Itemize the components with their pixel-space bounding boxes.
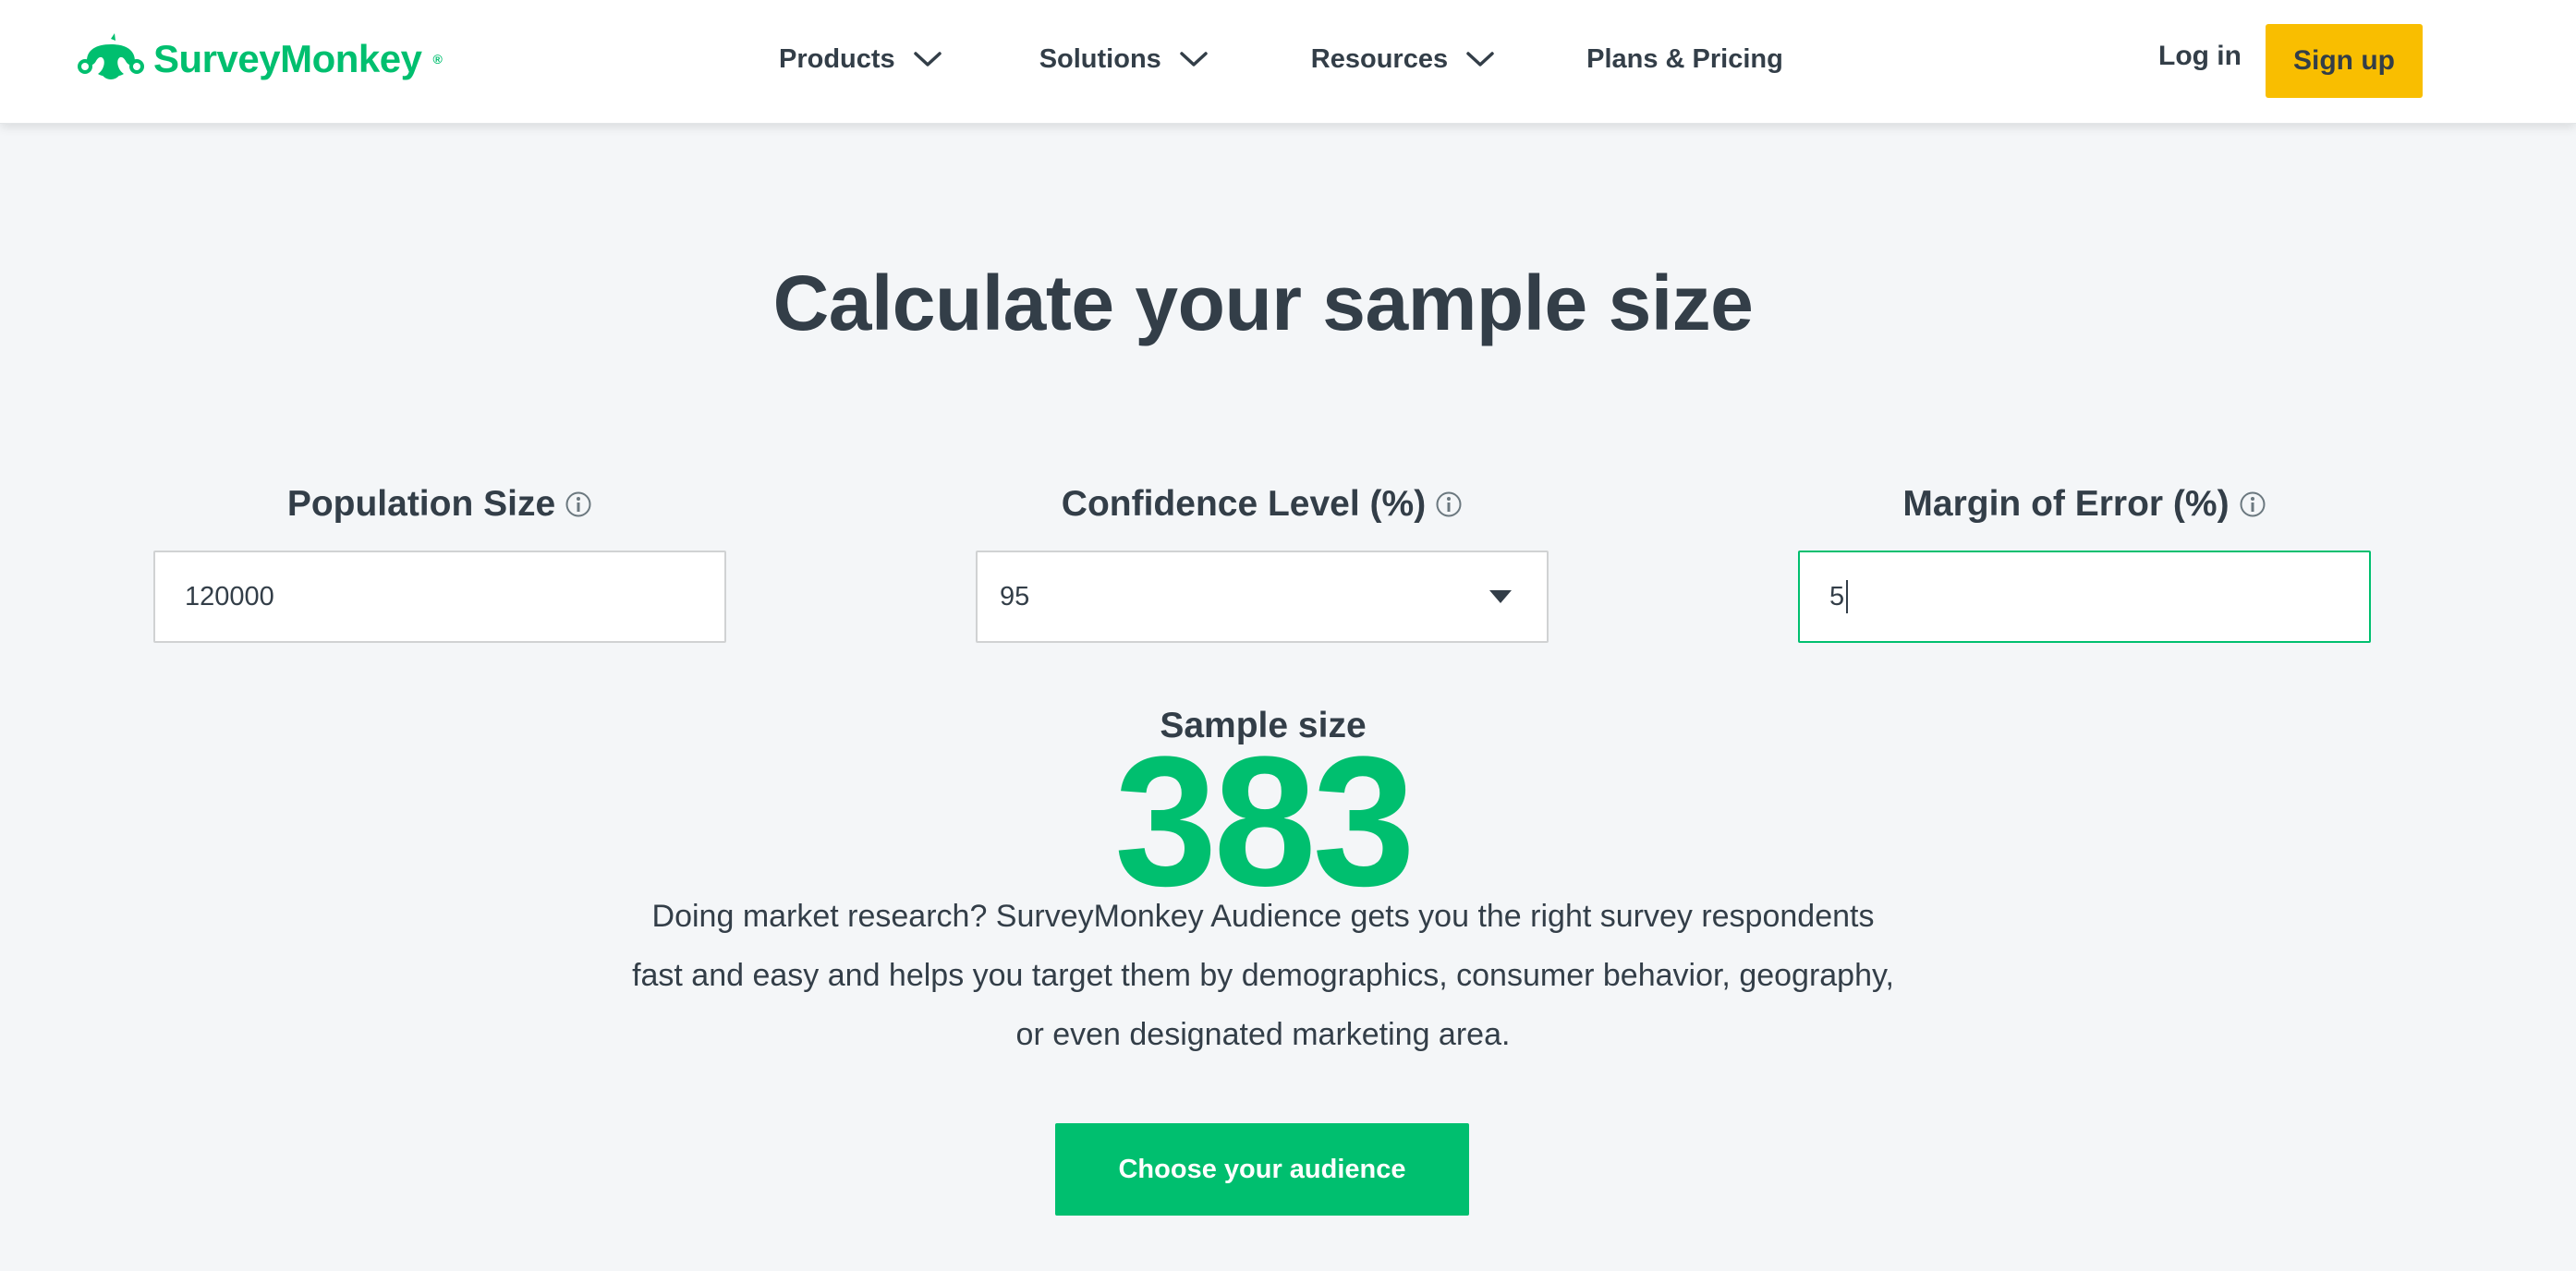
monkey-logo-icon — [78, 33, 144, 79]
confidence-level-value: 95 — [1000, 581, 1030, 611]
nav-solutions-label: Solutions — [1039, 43, 1161, 74]
population-size-value: 120000 — [185, 581, 274, 611]
chevron-down-icon — [1180, 52, 1208, 67]
nav-plans-pricing-label: Plans & Pricing — [1586, 43, 1783, 74]
margin-of-error-value: 5 — [1829, 581, 1845, 611]
text-cursor — [1846, 580, 1849, 613]
confidence-level-label: Confidence Level (%) — [976, 480, 1549, 528]
brand-name: SurveyMonkey — [153, 37, 422, 80]
margin-of-error-input[interactable]: 5 — [1798, 551, 2371, 643]
chevron-down-icon — [913, 52, 942, 67]
info-icon[interactable] — [2239, 490, 2266, 518]
margin-of-error-label: Margin of Error (%) — [1798, 480, 2371, 528]
site-header: SurveyMonkey ® Products Solutions Resourc… — [0, 0, 2576, 124]
chevron-down-icon — [1466, 52, 1494, 67]
main-nav: Products Solutions Resources Plans & Pri… — [779, 35, 1783, 83]
nav-plans-pricing[interactable]: Plans & Pricing — [1586, 44, 1783, 75]
info-icon[interactable] — [565, 490, 592, 518]
page-title: Calculate your sample size — [772, 260, 1754, 346]
audience-promo-text: Doing market research? SurveyMonkey Audi… — [632, 899, 1894, 1052]
choose-audience-button[interactable]: Choose your audience — [1055, 1123, 1469, 1216]
margin-of-error-label-text: Margin of Error (%) — [1902, 484, 2230, 524]
nav-resources-label: Resources — [1310, 43, 1449, 74]
login-link[interactable]: Log in — [2158, 41, 2242, 72]
info-icon[interactable] — [1435, 490, 1463, 518]
signup-button[interactable]: Sign up — [2266, 24, 2423, 98]
nav-resources[interactable]: Resources — [1311, 44, 1494, 75]
population-size-input[interactable]: 120000 — [153, 551, 726, 643]
nav-products-label: Products — [779, 43, 895, 74]
caret-down-icon — [1489, 590, 1512, 603]
confidence-level-label-text: Confidence Level (%) — [1061, 484, 1427, 524]
population-size-label-text: Population Size — [286, 484, 556, 524]
population-size-label: Population Size — [153, 480, 726, 528]
nav-products[interactable]: Products — [779, 44, 942, 75]
nav-solutions[interactable]: Solutions — [1039, 44, 1208, 75]
registered-mark: ® — [432, 52, 443, 67]
surveymonkey-logo[interactable]: SurveyMonkey ® — [78, 31, 443, 87]
confidence-level-select[interactable]: 95 — [976, 551, 1549, 643]
